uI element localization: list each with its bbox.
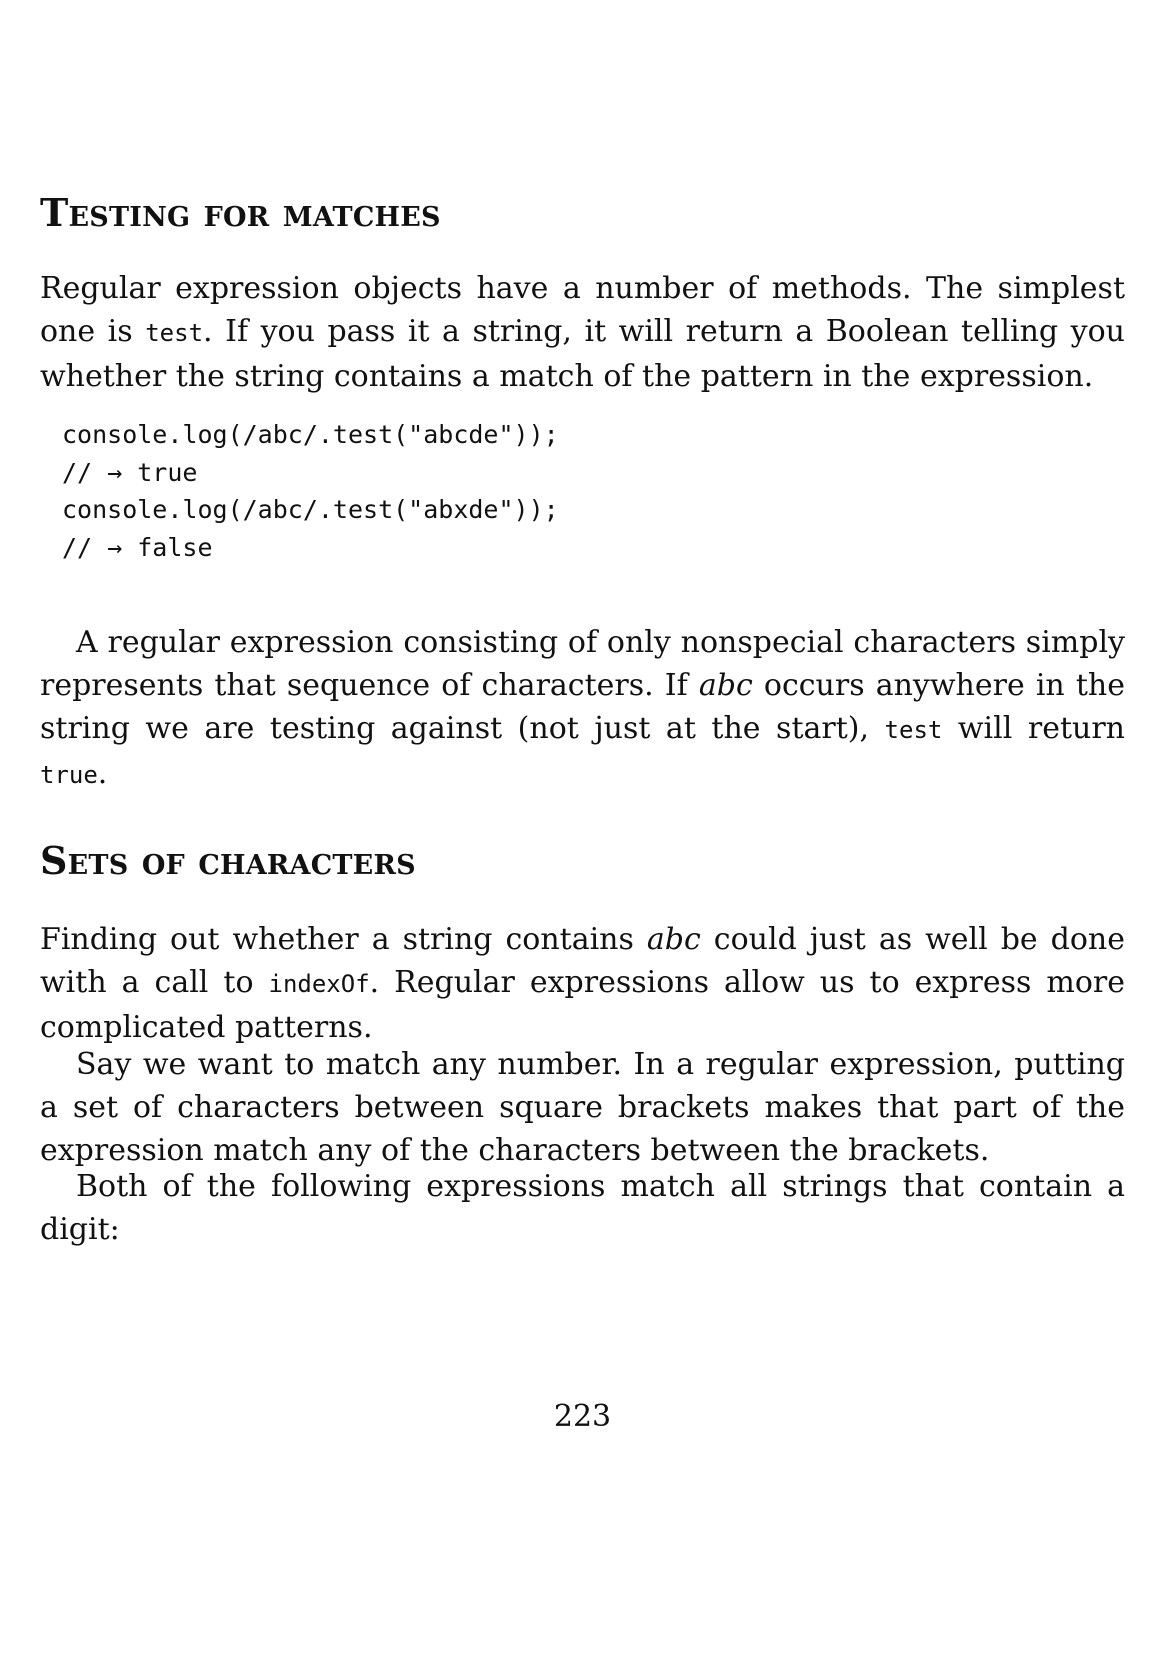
inline-code: test — [884, 716, 943, 744]
paragraph-indexof: Finding out whether a string contains ab… — [40, 918, 1125, 1049]
text-span: . — [97, 756, 108, 791]
section-heading-sets: Sets of characters — [40, 838, 416, 883]
code-line: // → true — [62, 457, 198, 487]
inline-code: test — [145, 319, 204, 347]
heading-text: Testing for matches — [40, 190, 441, 235]
paragraph-square-brackets: Say we want to match any number. In a re… — [40, 1047, 1125, 1168]
code-line: console.log(/abc/.test("abxde")); — [62, 495, 559, 524]
code-line: // → false — [62, 532, 213, 562]
heading-text: Sets of characters — [40, 838, 416, 883]
paragraph-nonspecial: A regular expression consisting of only … — [40, 621, 1125, 797]
inline-code: true — [40, 761, 98, 789]
section-heading-testing: Testing for matches — [40, 190, 441, 235]
code-block: console.log(/abc/.test("abcde")); // → tr… — [62, 416, 559, 566]
emphasis-text: abc — [646, 922, 701, 957]
paragraph-intro: Regular expression objects have a number… — [40, 267, 1125, 398]
paragraph-digit: Both of the following expressions match … — [40, 1169, 1125, 1247]
text-span: . If you pass it a string, it will retur… — [40, 314, 1126, 394]
text-span: Finding out whether a string contains — [40, 922, 647, 957]
page-number: 223 — [553, 1399, 612, 1434]
code-line: console.log(/abc/.test("abcde")); — [62, 420, 559, 449]
emphasis-text: abc — [698, 668, 753, 703]
inline-code: indexOf — [268, 970, 370, 998]
text-span: will return — [942, 711, 1125, 746]
